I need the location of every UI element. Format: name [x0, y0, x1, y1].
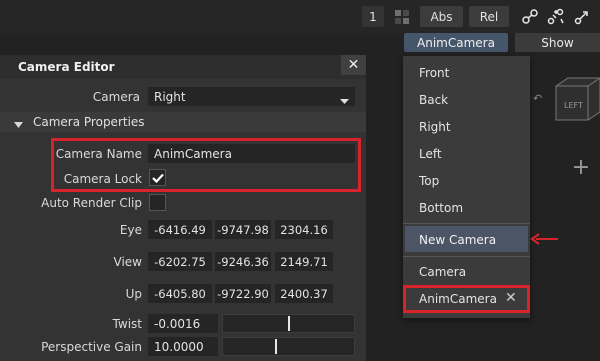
view-label: View — [113, 255, 142, 269]
twist-slider[interactable] — [222, 314, 355, 333]
menu-divider — [403, 223, 530, 224]
connect-nodes-icon[interactable] — [571, 6, 593, 27]
up-x-field[interactable]: -6405.80 — [148, 284, 212, 303]
rel-button[interactable]: Rel — [469, 6, 509, 27]
camera-label: Camera — [92, 90, 140, 104]
link-nodes-icon[interactable] — [519, 6, 541, 27]
section-title: Camera Properties — [33, 115, 145, 129]
camera-name-label: Camera Name — [55, 147, 142, 161]
close-icon[interactable]: ✕ — [341, 55, 366, 75]
view-x-field[interactable]: -6202.75 — [148, 252, 212, 271]
eye-x-field[interactable]: -6416.49 — [148, 220, 212, 239]
checkmark-icon — [151, 173, 164, 183]
grid-snap-icon[interactable] — [391, 6, 413, 27]
show-button[interactable]: Show — [515, 33, 600, 52]
camera-select-value: Right — [154, 89, 186, 104]
camera-select[interactable]: Right — [148, 87, 355, 106]
eye-label: Eye — [119, 223, 142, 237]
twist-slider-handle[interactable] — [288, 316, 290, 331]
collapse-triangle-icon[interactable] — [14, 118, 23, 132]
camera-lock-checkbox[interactable] — [149, 169, 166, 186]
delete-camera-icon[interactable]: ✕ — [505, 290, 517, 306]
view-y-field[interactable]: -9246.36 — [215, 252, 271, 271]
number-display[interactable]: 1 — [362, 6, 384, 27]
view-cube-label: LEFT — [564, 101, 583, 110]
auto-render-clip-label: Auto Render Clip — [41, 196, 142, 210]
eye-z-field[interactable]: 2304.16 — [275, 220, 333, 239]
menu-item-front[interactable]: Front — [419, 66, 449, 80]
perspective-gain-slider-handle[interactable] — [275, 339, 277, 354]
perspective-gain-label: Perspective Gain — [41, 340, 142, 354]
top-toolbar — [0, 0, 600, 33]
panel-title: Camera Editor — [18, 60, 115, 74]
anim-camera-button[interactable]: AnimCamera — [404, 33, 508, 52]
orbit-handle-icon[interactable]: ↶ — [533, 92, 542, 105]
menu-divider — [403, 256, 530, 257]
menu-item-camera[interactable]: Camera — [419, 265, 466, 279]
camera-lock-label: Camera Lock — [63, 172, 142, 186]
chevron-down-icon — [340, 94, 349, 108]
scatter-nodes-icon[interactable] — [545, 6, 567, 27]
perspective-gain-slider[interactable] — [222, 337, 355, 356]
camera-name-field[interactable]: AnimCamera — [148, 144, 355, 163]
auto-render-clip-checkbox[interactable] — [149, 194, 166, 211]
twist-label: Twist — [112, 317, 142, 331]
menu-item-top[interactable]: Top — [419, 174, 439, 188]
eye-y-field[interactable]: -9747.98 — [215, 220, 271, 239]
menu-item-anim-camera[interactable]: AnimCamera — [419, 292, 497, 306]
view-z-field[interactable]: 2149.71 — [275, 252, 333, 271]
up-y-field[interactable]: -9722.90 — [215, 284, 271, 303]
arrow-head-icon — [530, 233, 542, 248]
view-cube-icon[interactable]: LEFT — [548, 72, 600, 135]
up-z-field[interactable]: 2400.37 — [275, 284, 333, 303]
abs-button[interactable]: Abs — [420, 6, 463, 27]
up-label: Up — [125, 287, 142, 301]
menu-item-new-camera[interactable]: New Camera — [419, 233, 496, 247]
menu-item-back[interactable]: Back — [419, 93, 448, 107]
menu-item-left[interactable]: Left — [419, 147, 442, 161]
twist-field[interactable]: -0.0016 — [148, 314, 218, 333]
perspective-gain-field[interactable]: 10.0000 — [148, 337, 218, 356]
menu-item-right[interactable]: Right — [419, 120, 451, 134]
menu-item-bottom[interactable]: Bottom — [419, 201, 463, 215]
add-view-button[interactable]: + — [568, 154, 594, 180]
